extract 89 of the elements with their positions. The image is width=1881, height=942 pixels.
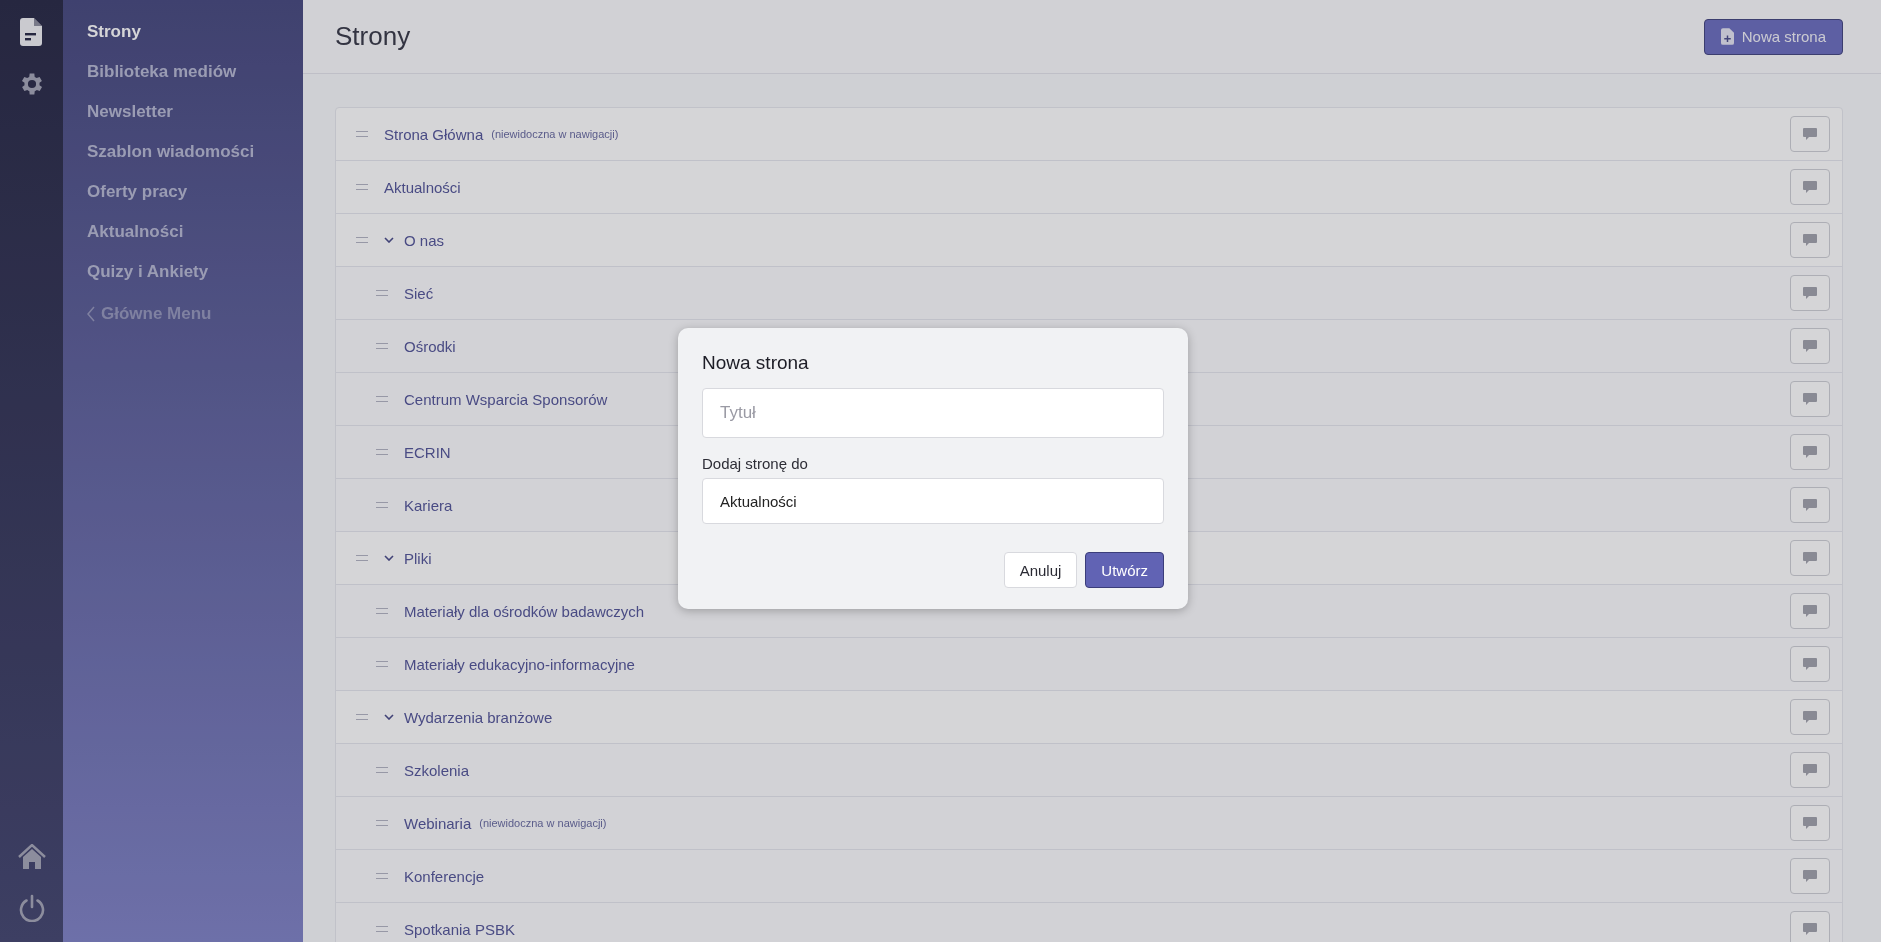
drag-handle-icon[interactable]: [376, 767, 388, 773]
comment-icon: [1803, 605, 1817, 617]
page-link[interactable]: ECRIN: [404, 443, 451, 461]
page-link[interactable]: Ośrodki: [404, 337, 456, 355]
drag-handle-icon[interactable]: [376, 608, 388, 614]
chevron-icon[interactable]: [384, 555, 394, 561]
new-page-button[interactable]: Nowa strona: [1703, 18, 1843, 55]
hidden-note: (niewidoczna w nawigacji): [491, 128, 619, 140]
comment-icon: [1803, 446, 1817, 458]
comment-button[interactable]: [1790, 328, 1830, 364]
sidebar-item[interactable]: Biblioteka mediów: [87, 62, 237, 102]
title-field[interactable]: Tytuł: [702, 388, 1164, 438]
hidden-note: (niewidoczna w nawigacji): [479, 817, 607, 829]
sidebar-item[interactable]: Szablon wiadomości: [87, 142, 255, 182]
comment-icon: [1803, 870, 1817, 882]
comment-button[interactable]: [1790, 911, 1830, 942]
drag-handle-icon[interactable]: [356, 237, 368, 243]
comment-icon: [1803, 128, 1817, 140]
page-link[interactable]: Sieć: [404, 284, 434, 302]
comment-button[interactable]: [1790, 222, 1830, 258]
drag-handle-icon[interactable]: [376, 873, 388, 879]
comment-button[interactable]: [1790, 805, 1830, 841]
sidebar-item[interactable]: Quizy i Ankiety: [87, 262, 209, 302]
comment-button[interactable]: [1790, 593, 1830, 629]
comment-button[interactable]: [1790, 434, 1830, 470]
drag-handle-icon[interactable]: [376, 926, 388, 932]
parent-select[interactable]: Aktualności: [702, 478, 1164, 524]
page-link[interactable]: Materiały dla ośrodków badawczych: [404, 602, 645, 620]
add-document-icon: [1720, 28, 1734, 45]
create-button[interactable]: Utwórz: [1085, 552, 1164, 588]
power-icon[interactable]: [17, 894, 46, 922]
comment-icon: [1803, 287, 1817, 299]
page-link[interactable]: Kariera: [404, 496, 453, 514]
chevron-icon[interactable]: [384, 237, 394, 243]
drag-handle-icon[interactable]: [376, 290, 388, 296]
comment-icon: [1803, 340, 1817, 352]
comment-icon: [1803, 711, 1817, 723]
sidebar-item[interactable]: Newsletter: [87, 102, 173, 142]
comment-button[interactable]: [1790, 487, 1830, 523]
comment-icon: [1803, 764, 1817, 776]
page-title: Strony: [335, 21, 411, 52]
comment-button[interactable]: [1790, 752, 1830, 788]
comment-button[interactable]: [1790, 381, 1830, 417]
drag-handle-icon[interactable]: [376, 502, 388, 508]
chevron-left-icon: [87, 306, 95, 322]
page-link[interactable]: Webinaria: [404, 814, 472, 832]
comment-icon: [1803, 234, 1817, 246]
page-link[interactable]: Aktualności: [384, 178, 461, 196]
drag-handle-icon[interactable]: [356, 131, 368, 137]
sidebar-item[interactable]: Aktualności: [87, 222, 184, 262]
comment-button[interactable]: [1790, 116, 1830, 152]
comment-button[interactable]: [1790, 169, 1830, 205]
document-icon[interactable]: [19, 18, 44, 46]
page-link[interactable]: Wydarzenia branżowe: [404, 708, 553, 726]
sidebar-item[interactable]: Oferty pracy: [87, 182, 188, 222]
drag-handle-icon[interactable]: [376, 343, 388, 349]
page-link[interactable]: Szkolenia: [404, 761, 470, 779]
drag-handle-icon[interactable]: [376, 661, 388, 667]
cancel-button[interactable]: Anuluj: [1003, 552, 1078, 588]
drag-handle-icon[interactable]: [356, 714, 368, 720]
dialog-title: Nowa strona: [702, 352, 810, 374]
page-link[interactable]: Strona Główna: [384, 125, 484, 143]
page-link[interactable]: Materiały edukacyjno-informacyjne: [404, 655, 635, 673]
page-link[interactable]: Pliki: [404, 549, 432, 567]
comment-icon: [1803, 817, 1817, 829]
drag-handle-icon[interactable]: [376, 449, 388, 455]
comment-button[interactable]: [1790, 275, 1830, 311]
page-link[interactable]: Konferencje: [404, 867, 485, 885]
page-link[interactable]: Centrum Wsparcia Sponsorów: [404, 390, 608, 408]
drag-handle-icon[interactable]: [356, 184, 368, 190]
sidebar-item[interactable]: Strony: [87, 22, 141, 62]
comment-icon: [1803, 393, 1817, 405]
comment-button[interactable]: [1790, 858, 1830, 894]
field-label: Dodaj stronę do: [702, 455, 809, 472]
comment-button[interactable]: [1790, 646, 1830, 682]
comment-icon: [1803, 923, 1817, 935]
home-icon[interactable]: [17, 844, 46, 870]
page-link[interactable]: Spotkania PSBK: [404, 920, 515, 938]
comment-icon: [1803, 658, 1817, 670]
drag-handle-icon[interactable]: [376, 396, 388, 402]
comment-button[interactable]: [1790, 699, 1830, 735]
page-link[interactable]: O nas: [404, 231, 445, 249]
drag-handle-icon[interactable]: [376, 820, 388, 826]
drag-handle-icon[interactable]: [356, 555, 368, 561]
comment-button[interactable]: [1790, 540, 1830, 576]
comment-icon: [1803, 181, 1817, 193]
comment-icon: [1803, 499, 1817, 511]
chevron-icon[interactable]: [384, 714, 394, 720]
comment-icon: [1803, 552, 1817, 564]
